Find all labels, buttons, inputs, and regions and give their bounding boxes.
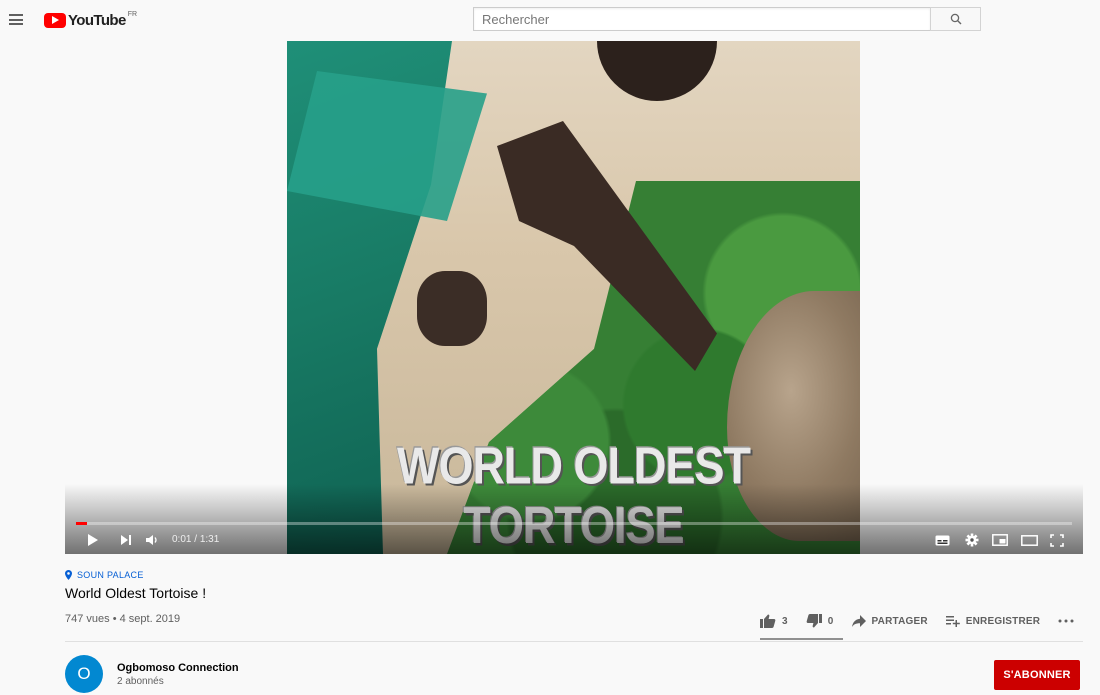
share-button[interactable]: PARTAGER	[851, 615, 928, 627]
play-button[interactable]	[86, 531, 100, 549]
video-stats: 747 vues • 4 sept. 2019	[65, 613, 181, 625]
more-actions-button[interactable]	[1058, 619, 1074, 623]
play-icon	[88, 534, 98, 546]
video-actions: 3 0 PARTAGER ENREGISTRER	[760, 611, 1092, 631]
next-icon	[121, 535, 131, 545]
volume-button[interactable]	[145, 531, 159, 549]
dislike-count: 0	[827, 615, 834, 627]
like-count: 3	[782, 615, 788, 627]
video-scene-head	[597, 41, 717, 101]
fullscreen-button[interactable]	[1050, 531, 1064, 549]
current-time: 0:01	[172, 534, 192, 545]
time-display: 0:01 / 1:31	[172, 534, 219, 545]
divider	[65, 641, 1083, 642]
progress-fill	[76, 522, 87, 525]
miniplayer-icon	[992, 534, 1008, 546]
location-pin-icon	[65, 570, 72, 580]
search-input[interactable]	[473, 7, 930, 31]
share-label: PARTAGER	[871, 615, 928, 627]
video-scene-hand	[417, 271, 487, 346]
settings-button[interactable]	[965, 531, 979, 549]
logo-text: YouTube	[68, 11, 126, 29]
playlist-add-icon	[945, 615, 960, 627]
channel-name[interactable]: Ogbomoso Connection	[117, 662, 239, 674]
next-button[interactable]	[120, 531, 132, 549]
miniplayer-button[interactable]	[992, 531, 1008, 549]
menu-icon[interactable]	[9, 14, 23, 25]
subscriber-count: 2 abonnés	[117, 675, 164, 687]
theater-icon	[1021, 534, 1038, 546]
time-separator: /	[191, 534, 200, 545]
video-frame[interactable]: WORLD OLDEST TORTOISE	[287, 41, 860, 554]
more-horizontal-icon	[1058, 619, 1074, 623]
subtitles-icon	[935, 535, 950, 545]
search-button[interactable]	[930, 7, 981, 31]
dislike-button[interactable]: 0	[806, 614, 834, 628]
like-button[interactable]: 3	[760, 614, 788, 628]
video-meta: SOUN PALACE World Oldest Tortoise !	[65, 570, 1083, 601]
subscribe-button[interactable]: S'ABONNER	[994, 660, 1080, 690]
youtube-logo[interactable]: YouTube FR	[44, 11, 137, 29]
search-icon	[950, 13, 961, 25]
subtitles-button[interactable]	[935, 531, 950, 549]
logo-region: FR	[127, 10, 138, 18]
gear-icon	[965, 533, 979, 547]
location-link[interactable]: SOUN PALACE	[65, 570, 1083, 580]
avatar[interactable]: O	[65, 655, 103, 693]
thumbs-up-icon	[760, 614, 776, 628]
theater-mode-button[interactable]	[1021, 531, 1038, 549]
masthead: YouTube FR	[0, 0, 1100, 40]
volume-icon	[146, 535, 157, 545]
save-label: ENREGISTRER	[965, 615, 1041, 627]
progress-bar[interactable]	[76, 522, 1072, 525]
play-logo-icon	[44, 12, 66, 28]
fullscreen-icon	[1050, 533, 1064, 547]
share-icon	[851, 615, 866, 627]
location-label: SOUN PALACE	[77, 570, 144, 580]
thumbs-down-icon	[806, 614, 822, 628]
sentiment-bar	[760, 638, 843, 640]
search-bar	[473, 7, 981, 31]
save-button[interactable]: ENREGISTRER	[945, 615, 1041, 627]
video-player[interactable]: WORLD OLDEST TORTOISE 0:01 / 1:31	[65, 41, 1083, 554]
duration: 1:31	[199, 534, 220, 545]
channel-info: Ogbomoso Connection 2 abonnés	[117, 662, 239, 687]
channel-row: O Ogbomoso Connection 2 abonnés	[65, 655, 239, 693]
video-title: World Oldest Tortoise !	[65, 585, 207, 601]
